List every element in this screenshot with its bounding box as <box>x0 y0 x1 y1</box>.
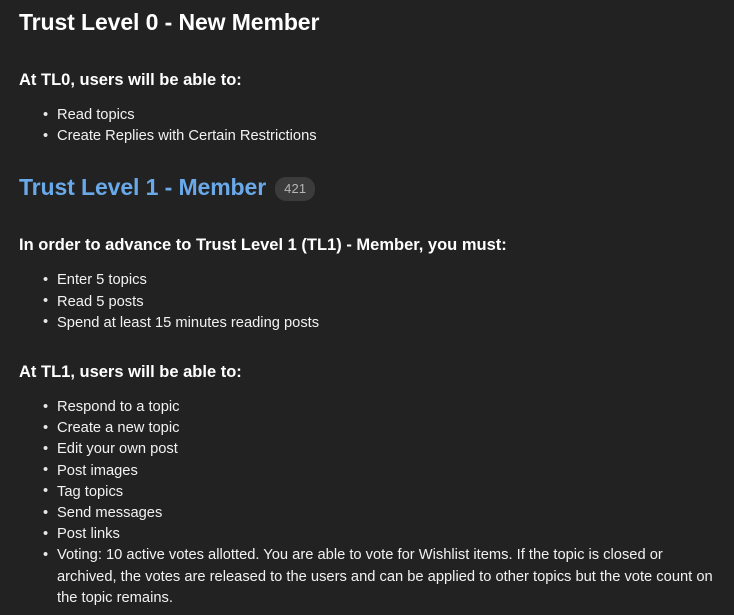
status-badge: 421 <box>275 177 316 202</box>
list-item: Send messages <box>19 503 715 524</box>
list-tl1-abilities: Respond to a topic Create a new topic Ed… <box>19 397 715 609</box>
section-title-text: Trust Level 0 - New Member <box>19 9 320 35</box>
list-item: Create Replies with Certain Restrictions <box>19 126 715 147</box>
sub-heading-tl1-abilities: At TL1, users will be able to: <box>19 363 242 382</box>
section-title-tl1[interactable]: Trust Level 1 - Member 421 <box>19 173 715 202</box>
section-title-tl0: Trust Level 0 - New Member <box>19 8 715 36</box>
list-item: Tag topics <box>19 481 715 503</box>
list-item: Read 5 posts <box>19 291 715 313</box>
list-item: Read topics <box>19 104 715 126</box>
list-item: Post links <box>19 524 715 545</box>
trust-levels-page: Trust Level 0 - New Member At TL0, users… <box>0 0 734 609</box>
section-title-link[interactable]: Trust Level 1 - Member <box>19 173 266 201</box>
list-tl1-requirements: Enter 5 topics Read 5 posts Spend at lea… <box>19 270 715 334</box>
list-item: Voting: 10 active votes allotted. You ar… <box>19 545 715 609</box>
list-item: Edit your own post <box>19 439 715 460</box>
list-item: Create a new topic <box>19 418 715 439</box>
sub-heading-tl1-requirements: In order to advance to Trust Level 1 (TL… <box>19 236 507 255</box>
list-item: Post images <box>19 460 715 482</box>
list-tl0-abilities: Read topics Create Replies with Certain … <box>19 104 715 147</box>
sub-heading-tl0-abilities: At TL0, users will be able to: <box>19 71 242 89</box>
list-item: Spend at least 15 minutes reading posts <box>19 312 715 334</box>
list-item: Enter 5 topics <box>19 270 715 291</box>
list-item: Respond to a topic <box>19 397 715 418</box>
